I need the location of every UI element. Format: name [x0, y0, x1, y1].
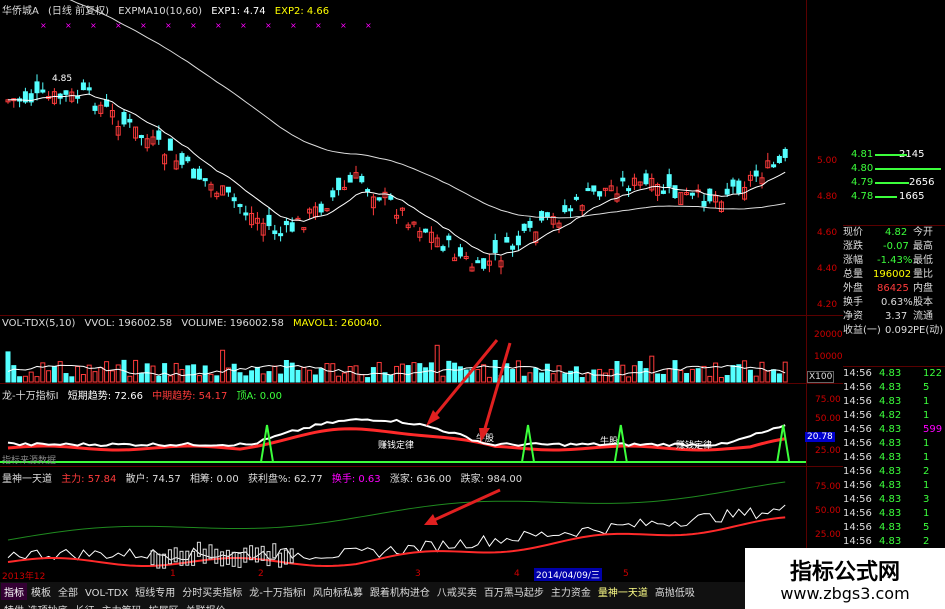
arrow-head [479, 428, 490, 442]
watermark-url: www.zbgs3.com [780, 584, 910, 603]
watermark-title: 指标公式网 [789, 560, 900, 585]
tab-13[interactable]: 高抛低吸 [652, 583, 698, 600]
tab-3[interactable]: VOL-TDX [82, 587, 131, 600]
tab-17[interactable]: 扩展区 [146, 601, 182, 609]
tab-18[interactable]: 关联报价 [183, 601, 229, 609]
red-arrow [482, 342, 512, 433]
tab-1[interactable]: 模板 [28, 583, 54, 600]
red-arrow [431, 488, 501, 523]
tab-5[interactable]: 分时买卖指标 [179, 583, 245, 600]
tab-12[interactable]: 量神一天道 [595, 583, 651, 600]
watermark: 指标公式网 www.zbgs3.com [745, 548, 945, 609]
tab-7[interactable]: 风向标私募 [310, 583, 366, 600]
tab-14[interactable]: 特供-选顶抄底 [1, 601, 71, 609]
tab-11[interactable]: 主力资金 [548, 583, 594, 600]
indicator-tabs: 指标 模板 全部 VOL-TDX 短线专用 分时买卖指标 龙-十万指标I 风向标私募 跟着机构进… [0, 582, 745, 609]
tab-10[interactable]: 百万黑马起步 [481, 583, 547, 600]
red-arrow [431, 339, 499, 419]
tab-9[interactable]: 八戒买卖 [434, 583, 480, 600]
stock-terminal: { "header": { "symbol": "华侨城A", "mode": … [0, 0, 945, 609]
tab-6[interactable]: 龙-十万指标I [246, 583, 309, 600]
tab-4[interactable]: 短线专用 [132, 583, 178, 600]
tab-15[interactable]: 长征 [72, 601, 98, 609]
tab-16[interactable]: 主力筹码 [99, 601, 145, 609]
tab-8[interactable]: 跟着机构进仓 [367, 583, 433, 600]
tab-2[interactable]: 全部 [55, 583, 81, 600]
tab-0[interactable]: 指标 [1, 583, 27, 600]
annotation-arrows [424, 339, 512, 525]
